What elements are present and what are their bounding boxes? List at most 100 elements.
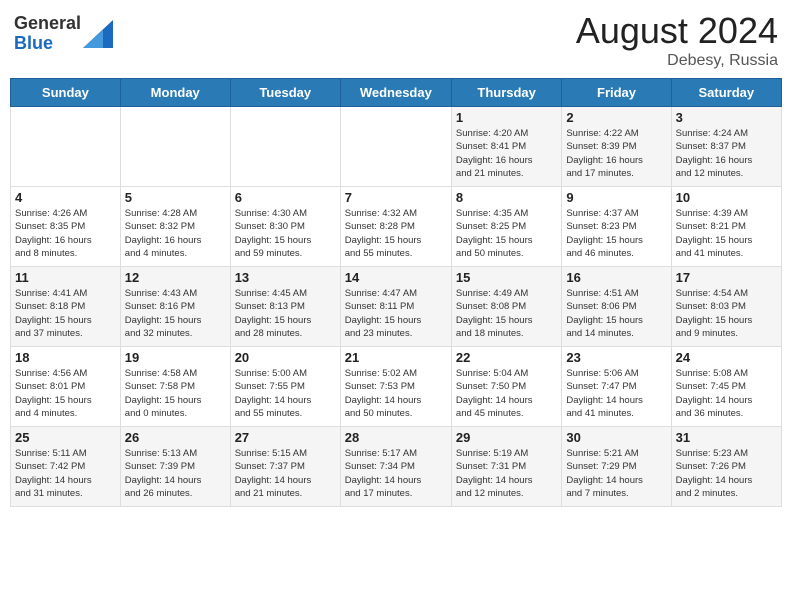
day-number: 19: [125, 350, 226, 365]
calendar-day-21: 21 Sunrise: 5:02 AM Sunset: 7:53 PM Dayli…: [340, 347, 451, 427]
calendar-day-27: 27 Sunrise: 5:15 AM Sunset: 7:37 PM Dayli…: [230, 427, 340, 507]
calendar-header-row: SundayMondayTuesdayWednesdayThursdayFrid…: [11, 79, 782, 107]
day-info: Sunrise: 4:20 AM Sunset: 8:41 PM Dayligh…: [456, 127, 557, 180]
calendar-day-19: 19 Sunrise: 4:58 AM Sunset: 7:58 PM Dayli…: [120, 347, 230, 427]
day-number: 18: [15, 350, 116, 365]
location-subtitle: Debesy, Russia: [576, 52, 778, 70]
day-info: Sunrise: 4:26 AM Sunset: 8:35 PM Dayligh…: [15, 207, 116, 260]
day-info: Sunrise: 4:39 AM Sunset: 8:21 PM Dayligh…: [676, 207, 777, 260]
calendar-day-11: 11 Sunrise: 4:41 AM Sunset: 8:18 PM Dayli…: [11, 267, 121, 347]
calendar-day-18: 18Sunrise: 4:56 AM Sunset: 8:01 PM Dayli…: [11, 347, 121, 427]
calendar-day-3: 3 Sunrise: 4:24 AM Sunset: 8:37 PM Daylig…: [671, 107, 781, 187]
day-info: Sunrise: 4:24 AM Sunset: 8:37 PM Dayligh…: [676, 127, 777, 180]
day-info: Sunrise: 4:30 AM Sunset: 8:30 PM Dayligh…: [235, 207, 336, 260]
month-year-title: August 2024: [576, 10, 778, 52]
day-number: 29: [456, 430, 557, 445]
calendar-week-4: 18Sunrise: 4:56 AM Sunset: 8:01 PM Dayli…: [11, 347, 782, 427]
day-number: 6: [235, 190, 336, 205]
calendar-day-23: 23Sunrise: 5:06 AM Sunset: 7:47 PM Dayli…: [562, 347, 671, 427]
calendar-empty-cell: [230, 107, 340, 187]
calendar-dow-friday: Friday: [562, 79, 671, 107]
calendar-day-16: 16 Sunrise: 4:51 AM Sunset: 8:06 PM Dayli…: [562, 267, 671, 347]
calendar-day-15: 15 Sunrise: 4:49 AM Sunset: 8:08 PM Dayli…: [451, 267, 561, 347]
logo: General Blue: [14, 14, 113, 54]
logo-blue-text: Blue: [14, 33, 53, 53]
day-number: 28: [345, 430, 447, 445]
day-info: Sunrise: 4:58 AM Sunset: 7:58 PM Dayligh…: [125, 367, 226, 420]
calendar-day-20: 20Sunrise: 5:00 AM Sunset: 7:55 PM Dayli…: [230, 347, 340, 427]
day-number: 7: [345, 190, 447, 205]
day-number: 16: [566, 270, 666, 285]
day-info: Sunrise: 4:22 AM Sunset: 8:39 PM Dayligh…: [566, 127, 666, 180]
day-number: 26: [125, 430, 226, 445]
day-number: 24: [676, 350, 777, 365]
calendar-dow-wednesday: Wednesday: [340, 79, 451, 107]
day-info: Sunrise: 4:54 AM Sunset: 8:03 PM Dayligh…: [676, 287, 777, 340]
calendar-dow-thursday: Thursday: [451, 79, 561, 107]
calendar-empty-cell: [11, 107, 121, 187]
day-info: Sunrise: 5:19 AM Sunset: 7:31 PM Dayligh…: [456, 447, 557, 500]
logo-general-text: General: [14, 13, 81, 33]
calendar-day-24: 24 Sunrise: 5:08 AM Sunset: 7:45 PM Dayli…: [671, 347, 781, 427]
calendar-empty-cell: [340, 107, 451, 187]
calendar-day-10: 10 Sunrise: 4:39 AM Sunset: 8:21 PM Dayli…: [671, 187, 781, 267]
calendar-week-3: 11 Sunrise: 4:41 AM Sunset: 8:18 PM Dayli…: [11, 267, 782, 347]
calendar-dow-saturday: Saturday: [671, 79, 781, 107]
calendar-day-6: 6 Sunrise: 4:30 AM Sunset: 8:30 PM Daylig…: [230, 187, 340, 267]
calendar-day-22: 22Sunrise: 5:04 AM Sunset: 7:50 PM Dayli…: [451, 347, 561, 427]
calendar-day-7: 7 Sunrise: 4:32 AM Sunset: 8:28 PM Daylig…: [340, 187, 451, 267]
day-info: Sunrise: 5:00 AM Sunset: 7:55 PM Dayligh…: [235, 367, 336, 420]
calendar-day-30: 30 Sunrise: 5:21 AM Sunset: 7:29 PM Dayli…: [562, 427, 671, 507]
day-number: 15: [456, 270, 557, 285]
calendar-day-12: 12Sunrise: 4:43 AM Sunset: 8:16 PM Dayli…: [120, 267, 230, 347]
calendar-day-31: 31 Sunrise: 5:23 AM Sunset: 7:26 PM Dayli…: [671, 427, 781, 507]
calendar-day-13: 13Sunrise: 4:45 AM Sunset: 8:13 PM Dayli…: [230, 267, 340, 347]
calendar-day-29: 29 Sunrise: 5:19 AM Sunset: 7:31 PM Dayli…: [451, 427, 561, 507]
calendar-table: SundayMondayTuesdayWednesdayThursdayFrid…: [10, 78, 782, 507]
day-number: 22: [456, 350, 557, 365]
day-info: Sunrise: 4:49 AM Sunset: 8:08 PM Dayligh…: [456, 287, 557, 340]
day-number: 1: [456, 110, 557, 125]
day-info: Sunrise: 5:02 AM Sunset: 7:53 PM Dayligh…: [345, 367, 447, 420]
calendar-dow-tuesday: Tuesday: [230, 79, 340, 107]
day-info: Sunrise: 5:13 AM Sunset: 7:39 PM Dayligh…: [125, 447, 226, 500]
day-info: Sunrise: 4:37 AM Sunset: 8:23 PM Dayligh…: [566, 207, 666, 260]
title-block: August 2024 Debesy, Russia: [576, 10, 778, 70]
day-number: 14: [345, 270, 447, 285]
calendar-week-1: 1 Sunrise: 4:20 AM Sunset: 8:41 PM Daylig…: [11, 107, 782, 187]
day-info: Sunrise: 4:35 AM Sunset: 8:25 PM Dayligh…: [456, 207, 557, 260]
day-info: Sunrise: 4:51 AM Sunset: 8:06 PM Dayligh…: [566, 287, 666, 340]
calendar-day-1: 1 Sunrise: 4:20 AM Sunset: 8:41 PM Daylig…: [451, 107, 561, 187]
day-info: Sunrise: 4:45 AM Sunset: 8:13 PM Dayligh…: [235, 287, 336, 340]
day-number: 21: [345, 350, 447, 365]
day-info: Sunrise: 5:08 AM Sunset: 7:45 PM Dayligh…: [676, 367, 777, 420]
day-number: 4: [15, 190, 116, 205]
calendar-week-5: 25Sunrise: 5:11 AM Sunset: 7:42 PM Dayli…: [11, 427, 782, 507]
day-number: 3: [676, 110, 777, 125]
day-number: 10: [676, 190, 777, 205]
day-info: Sunrise: 4:32 AM Sunset: 8:28 PM Dayligh…: [345, 207, 447, 260]
calendar-day-17: 17Sunrise: 4:54 AM Sunset: 8:03 PM Dayli…: [671, 267, 781, 347]
day-info: Sunrise: 4:43 AM Sunset: 8:16 PM Dayligh…: [125, 287, 226, 340]
day-number: 30: [566, 430, 666, 445]
calendar-day-8: 8 Sunrise: 4:35 AM Sunset: 8:25 PM Daylig…: [451, 187, 561, 267]
day-info: Sunrise: 5:15 AM Sunset: 7:37 PM Dayligh…: [235, 447, 336, 500]
day-info: Sunrise: 5:21 AM Sunset: 7:29 PM Dayligh…: [566, 447, 666, 500]
day-info: Sunrise: 4:41 AM Sunset: 8:18 PM Dayligh…: [15, 287, 116, 340]
calendar-day-4: 4 Sunrise: 4:26 AM Sunset: 8:35 PM Daylig…: [11, 187, 121, 267]
day-number: 31: [676, 430, 777, 445]
calendar-day-28: 28Sunrise: 5:17 AM Sunset: 7:34 PM Dayli…: [340, 427, 451, 507]
day-info: Sunrise: 4:28 AM Sunset: 8:32 PM Dayligh…: [125, 207, 226, 260]
calendar-day-5: 5 Sunrise: 4:28 AM Sunset: 8:32 PM Daylig…: [120, 187, 230, 267]
day-number: 8: [456, 190, 557, 205]
day-info: Sunrise: 5:23 AM Sunset: 7:26 PM Dayligh…: [676, 447, 777, 500]
page-header: General Blue August 2024 Debesy, Russia: [10, 10, 782, 70]
calendar-dow-sunday: Sunday: [11, 79, 121, 107]
calendar-day-14: 14Sunrise: 4:47 AM Sunset: 8:11 PM Dayli…: [340, 267, 451, 347]
day-number: 27: [235, 430, 336, 445]
calendar-day-9: 9Sunrise: 4:37 AM Sunset: 8:23 PM Daylig…: [562, 187, 671, 267]
calendar-dow-monday: Monday: [120, 79, 230, 107]
day-number: 5: [125, 190, 226, 205]
day-number: 11: [15, 270, 116, 285]
day-number: 23: [566, 350, 666, 365]
